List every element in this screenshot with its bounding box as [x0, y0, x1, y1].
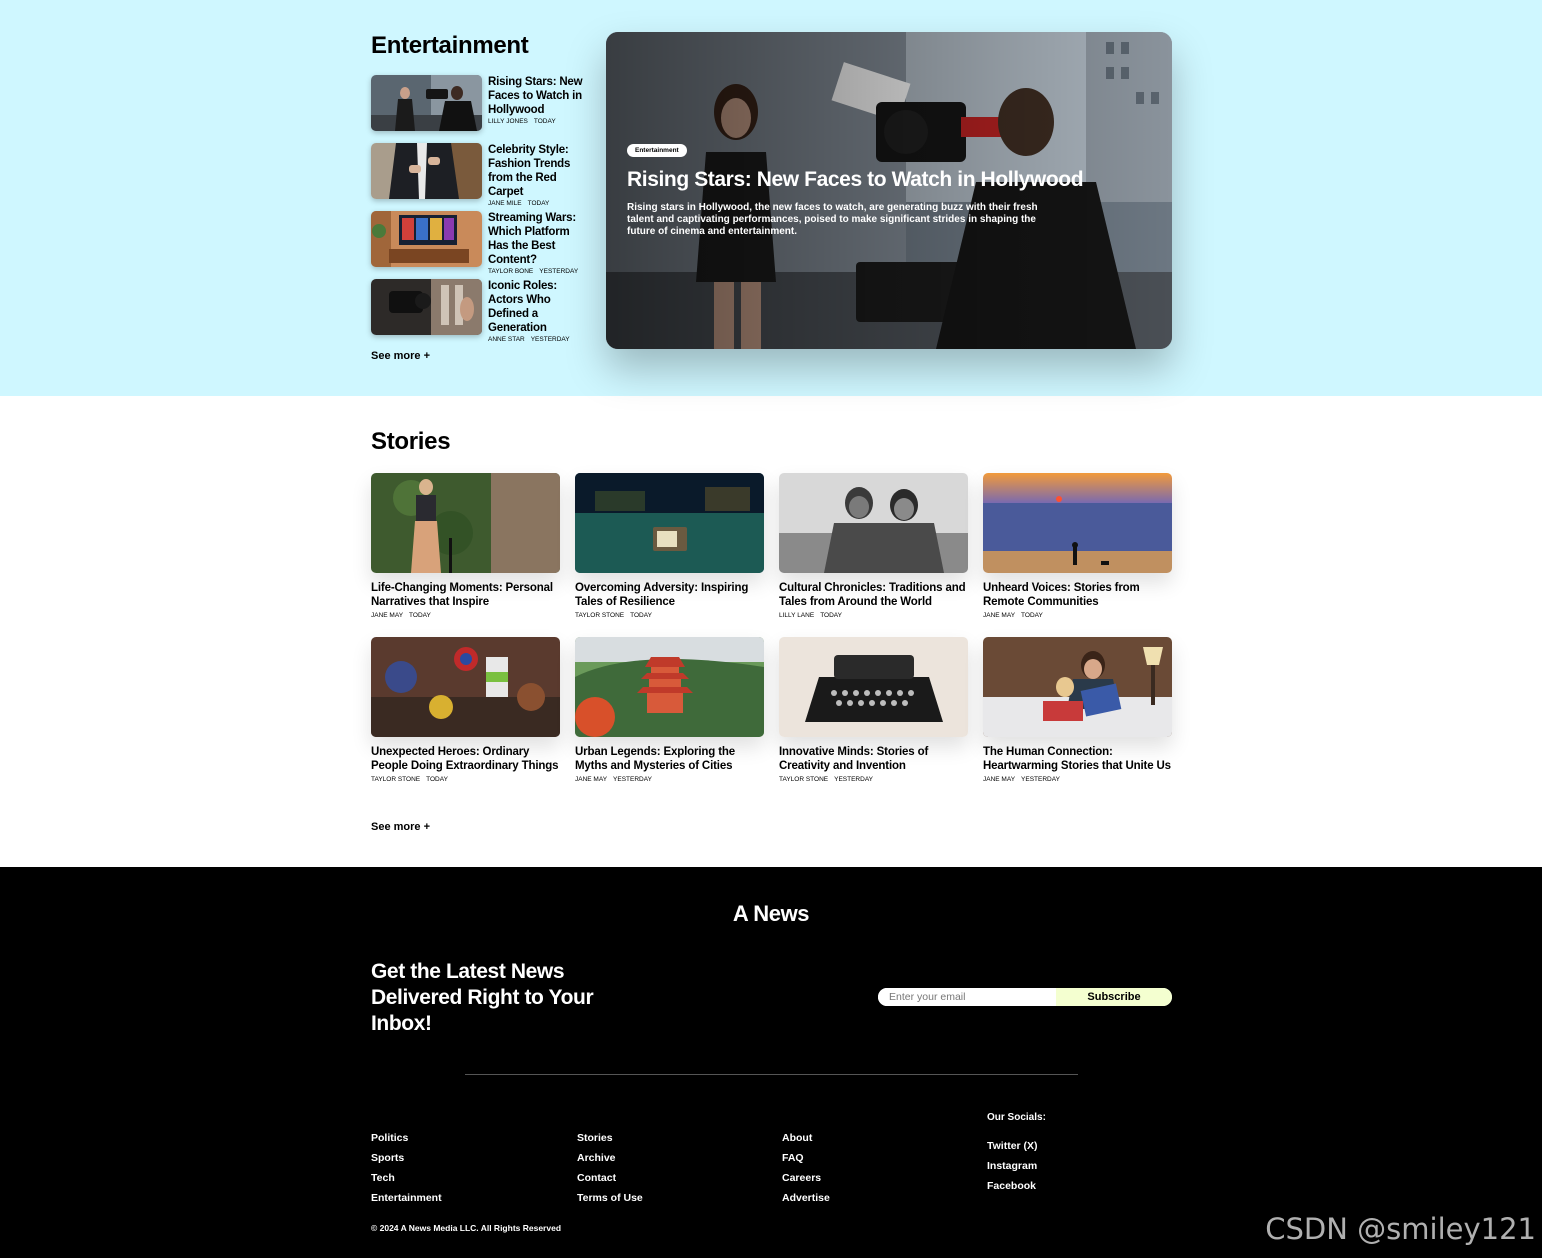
story-headline[interactable]: Unheard Voices: Stories from Remote Comm… — [983, 581, 1172, 609]
footer-column-sections: Politics Sports Tech Entertainment — [371, 1128, 442, 1208]
timestamp: TODAY — [533, 118, 556, 125]
story-headline[interactable]: Life-Changing Moments: Personal Narrativ… — [371, 581, 560, 609]
footer-link-about[interactable]: About — [782, 1128, 830, 1148]
story-headline[interactable]: Cultural Chronicles: Traditions and Tale… — [779, 581, 968, 609]
social-link-instagram[interactable]: Instagram — [987, 1156, 1038, 1176]
entertainment-item[interactable]: Celebrity Style: Fashion Trends from the… — [371, 143, 591, 209]
suit-thumbnail[interactable] — [371, 143, 482, 199]
stories-title: Stories — [371, 428, 451, 455]
author: JANE MAY — [371, 612, 404, 619]
tv-room-thumbnail[interactable] — [371, 211, 482, 267]
footer-link-stories[interactable]: Stories — [577, 1128, 643, 1148]
newsletter-title: Get the Latest News Delivered Right to Y… — [371, 960, 594, 1035]
footer-link-careers[interactable]: Careers — [782, 1168, 830, 1188]
timestamp: TODAY — [409, 612, 431, 619]
author: TAYLOR STONE — [779, 776, 829, 783]
story-card[interactable]: Unexpected Heroes: Ordinary People Doing… — [371, 637, 560, 784]
featured-description: Rising stars in Hollywood, the new faces… — [627, 202, 1038, 237]
timestamp: YESTERDAY — [530, 336, 570, 343]
timestamp: TODAY — [630, 612, 652, 619]
footer-link-contact[interactable]: Contact — [577, 1168, 643, 1188]
story-headline[interactable]: Unexpected Heroes: Ordinary People Doing… — [371, 745, 560, 773]
subscribe-button[interactable]: Subscribe — [1056, 988, 1172, 1006]
author: JANE MAY — [983, 776, 1016, 783]
footer-column-company: About FAQ Careers Advertise — [782, 1128, 830, 1208]
featured-article-card[interactable]: Entertainment Rising Stars: New Faces to… — [606, 32, 1172, 349]
featured-title[interactable]: Rising Stars: New Faces to Watch in Holl… — [627, 168, 1084, 192]
author: JANE MAY — [575, 776, 608, 783]
entertainment-headline[interactable]: Celebrity Style: Fashion Trends from the… — [488, 143, 588, 199]
author: TAYLOR STONE — [575, 612, 625, 619]
footer-link-entertainment[interactable]: Entertainment — [371, 1188, 442, 1208]
entertainment-item[interactable]: Rising Stars: New Faces to Watch in Holl… — [371, 75, 591, 141]
story-image[interactable] — [371, 637, 560, 737]
footer-link-terms[interactable]: Terms of Use — [577, 1188, 643, 1208]
story-image[interactable] — [983, 637, 1172, 737]
timestamp: YESTERDAY — [834, 776, 874, 783]
author: TAYLOR BONE — [488, 268, 534, 275]
footer-link-sports[interactable]: Sports — [371, 1148, 442, 1168]
footer-column-content: Stories Archive Contact Terms of Use — [577, 1128, 643, 1208]
story-image[interactable] — [779, 637, 968, 737]
film-set-thumbnail[interactable] — [371, 75, 482, 131]
author: TAYLOR STONE — [371, 776, 421, 783]
footer-link-faq[interactable]: FAQ — [782, 1148, 830, 1168]
author: ANNE STAR — [488, 336, 525, 343]
story-headline[interactable]: Innovative Minds: Stories of Creativity … — [779, 745, 968, 773]
footer-brand-logo[interactable]: A News — [0, 901, 1542, 927]
entertainment-headline[interactable]: Iconic Roles: Actors Who Defined a Gener… — [488, 279, 588, 335]
story-image[interactable] — [371, 473, 560, 573]
footer-link-politics[interactable]: Politics — [371, 1128, 442, 1148]
footer-link-archive[interactable]: Archive — [577, 1148, 643, 1168]
story-card[interactable]: Overcoming Adversity: Inspiring Tales of… — [575, 473, 764, 620]
author: JANE MAY — [983, 612, 1016, 619]
socials-title: Our Socials: — [987, 1112, 1046, 1123]
author: LILLY JONES — [488, 118, 528, 125]
site-footer: A News Get the Latest News Delivered Rig… — [0, 867, 1542, 1258]
story-image[interactable] — [575, 637, 764, 737]
timestamp: TODAY — [527, 200, 550, 207]
social-link-twitter[interactable]: Twitter (X) — [987, 1136, 1038, 1156]
story-card[interactable]: Unheard Voices: Stories from Remote Comm… — [983, 473, 1172, 620]
entertainment-title: Entertainment — [371, 32, 529, 59]
story-card[interactable]: Innovative Minds: Stories of Creativity … — [779, 637, 968, 784]
footer-link-advertise[interactable]: Advertise — [782, 1188, 830, 1208]
timestamp: YESTERDAY — [1021, 776, 1060, 783]
entertainment-see-more-link[interactable]: See more + — [371, 350, 430, 362]
story-card[interactable]: Cultural Chronicles: Traditions and Tale… — [779, 473, 968, 620]
entertainment-section: Entertainment Rising Stars: New Faces to… — [0, 0, 1542, 396]
entertainment-item[interactable]: Streaming Wars: Which Platform Has the B… — [371, 211, 591, 277]
footer-divider — [465, 1074, 1078, 1075]
copyright-text: © 2024 A News Media LLC. All Rights Rese… — [371, 1223, 562, 1233]
story-image[interactable] — [575, 473, 764, 573]
story-headline[interactable]: Urban Legends: Exploring the Myths and M… — [575, 745, 764, 773]
entertainment-headline[interactable]: Rising Stars: New Faces to Watch in Holl… — [488, 75, 588, 117]
timestamp: TODAY — [426, 776, 448, 783]
timestamp: YESTERDAY — [613, 776, 652, 783]
story-card[interactable]: Urban Legends: Exploring the Myths and M… — [575, 637, 764, 784]
story-image[interactable] — [983, 473, 1172, 573]
timestamp: YESTERDAY — [539, 268, 579, 275]
category-tag[interactable]: Entertainment — [627, 144, 687, 157]
entertainment-item[interactable]: Iconic Roles: Actors Who Defined a Gener… — [371, 279, 591, 345]
email-input[interactable] — [878, 988, 1056, 1006]
story-headline[interactable]: Overcoming Adversity: Inspiring Tales of… — [575, 581, 764, 609]
story-headline[interactable]: The Human Connection: Heartwarming Stori… — [983, 745, 1172, 773]
story-card[interactable]: The Human Connection: Heartwarming Stori… — [983, 637, 1172, 784]
author: JANE MILE — [488, 200, 522, 207]
entertainment-headline[interactable]: Streaming Wars: Which Platform Has the B… — [488, 211, 588, 267]
story-image[interactable] — [779, 473, 968, 573]
newsletter-form: Subscribe — [878, 988, 1172, 1006]
footer-column-socials: Twitter (X) Instagram Facebook — [987, 1136, 1038, 1196]
watermark-text: CSDN @smiley121 — [1265, 1212, 1536, 1246]
timestamp: TODAY — [820, 612, 842, 619]
social-link-facebook[interactable]: Facebook — [987, 1176, 1038, 1196]
timestamp: TODAY — [1021, 612, 1043, 619]
author: LILLY LANE — [779, 612, 815, 619]
stories-see-more-link[interactable]: See more + — [371, 821, 430, 833]
camera-thumbnail[interactable] — [371, 279, 482, 335]
footer-link-tech[interactable]: Tech — [371, 1168, 442, 1188]
story-card[interactable]: Life-Changing Moments: Personal Narrativ… — [371, 473, 560, 620]
